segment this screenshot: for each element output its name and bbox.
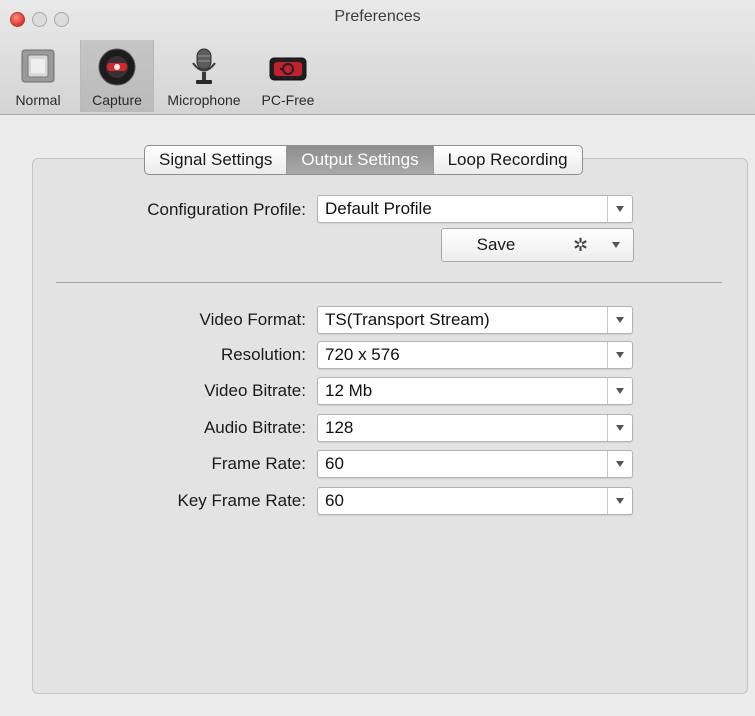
select-arrow [607,488,632,514]
tab-output-settings[interactable]: Output Settings [287,146,434,174]
save-profile-button[interactable]: Save [441,228,551,262]
audio-bitrate-select[interactable]: 128 [317,414,633,442]
resolution-select[interactable]: 720 x 576 [317,341,633,369]
select-arrow [607,307,632,333]
key-frame-rate-select[interactable]: 60 [317,487,633,515]
select-arrow [607,342,632,368]
select-arrow [607,451,632,477]
chevron-down-icon [616,461,624,467]
video-format-select[interactable]: TS(Transport Stream) [317,306,633,334]
tab-signal-settings[interactable]: Signal Settings [145,146,288,174]
titlebar: Preferences Normal Capture Microphone PC… [0,0,755,115]
configuration-profile-label: Configuration Profile: [147,200,306,219]
toolbar-item-normal[interactable]: Normal [0,40,76,112]
toolbar-item-label: Normal [15,92,61,108]
chevron-down-icon [616,206,624,212]
select-arrow [607,415,632,441]
preferences-window: Preferences Normal Capture Microphone PC… [0,0,755,716]
toolbar-item-capture[interactable]: Capture [80,40,154,112]
select-value: 12 Mb [325,381,373,400]
settings-tabs: Signal Settings Output Settings Loop Rec… [144,145,583,175]
chevron-down-icon [616,317,624,323]
select-value: 60 [325,491,344,510]
select-arrow [607,378,632,404]
microphone-icon [187,48,221,89]
chevron-down-icon [616,425,624,431]
frame-rate-label: Frame Rate: [211,454,306,473]
chevron-down-icon [616,498,624,504]
gear-icon: ✲ [573,235,589,255]
toolbar-item-label: Capture [92,92,142,108]
select-value: 60 [325,454,344,473]
configuration-profile-select[interactable]: Default Profile [317,195,633,223]
select-value: Default Profile [325,199,432,218]
audio-bitrate-label: Audio Bitrate: [203,418,306,437]
chevron-down-icon [612,242,620,248]
chevron-down-icon [616,352,624,358]
toolbar-item-pc-free[interactable]: PC-Free [256,40,320,112]
toolbar-item-microphone[interactable]: Microphone [156,40,252,112]
record-icon [98,48,136,89]
select-value: TS(Transport Stream) [325,310,490,329]
video-bitrate-select[interactable]: 12 Mb [317,377,633,405]
select-arrow [607,196,632,222]
video-bitrate-label: Video Bitrate: [204,381,306,400]
profile-actions-button[interactable]: ✲ [549,228,634,262]
pc-free-icon [269,48,307,87]
chevron-down-icon [616,388,624,394]
tab-loop-recording[interactable]: Loop Recording [434,146,582,174]
key-frame-rate-label: Key Frame Rate: [177,491,307,510]
window-title: Preferences [334,8,421,25]
frame-rate-select[interactable]: 60 [317,450,633,478]
switch-icon [20,48,56,87]
toolbar-item-label: Microphone [167,92,241,108]
select-value: 720 x 576 [325,345,400,364]
video-format-label: Video Format: [199,310,306,329]
select-value: 128 [325,418,354,437]
divider [56,282,722,283]
resolution-label: Resolution: [220,345,306,364]
toolbar-item-label: PC-Free [261,92,315,108]
